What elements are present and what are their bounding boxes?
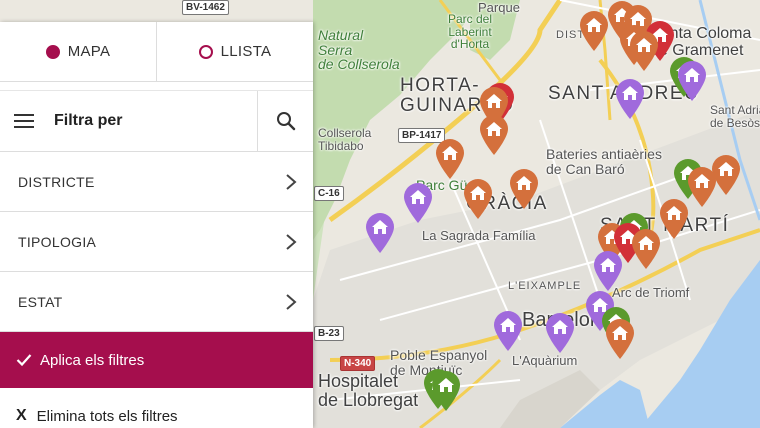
map-label-parc-laberint: Parc del Laberint d'Horta — [448, 12, 493, 52]
home-marker-icon — [630, 31, 658, 71]
home-marker-icon — [494, 311, 522, 351]
map-pin-purple[interactable] — [492, 310, 524, 352]
chevron-right-icon — [286, 293, 297, 310]
filter-row-tipologia[interactable]: TIPOLOGIA — [0, 212, 313, 272]
home-marker-icon — [594, 251, 622, 291]
filter-row-label: TIPOLOGIA — [18, 233, 97, 250]
tab-llista[interactable]: LLISTA — [156, 22, 313, 81]
map-label-tibidabo: Collserola Tibidabo — [318, 126, 372, 153]
checkmark-icon — [16, 354, 32, 367]
map-pin-purple[interactable] — [364, 212, 396, 254]
home-marker-icon — [404, 183, 432, 223]
map-pin-purple[interactable] — [592, 250, 624, 292]
map-pin-orange[interactable] — [508, 168, 540, 210]
clear-filters-button[interactable]: X Elimina tots els filtres — [0, 388, 313, 428]
home-marker-icon — [712, 155, 740, 195]
chevron-right-icon — [286, 173, 297, 190]
map-pin-orange[interactable] — [630, 228, 662, 270]
map-pin-orange[interactable] — [462, 178, 494, 220]
filter-header: Filtra per — [0, 90, 313, 152]
home-marker-icon — [464, 179, 492, 219]
map-label-eixample: L'EIXAMPLE — [508, 280, 582, 292]
home-marker-icon — [366, 213, 394, 253]
map-label-sant-adria: Sant Adrià de Besòs — [710, 103, 760, 130]
apply-filters-label: Aplica els filtres — [40, 351, 145, 369]
road-shield-bv1462: BV-1462 — [182, 0, 229, 15]
filter-row-label: ESTAT — [18, 293, 63, 310]
map-label-hospitalet: Hospitalet de Llobregat — [318, 371, 419, 410]
chevron-right-icon — [286, 233, 297, 250]
tab-mapa[interactable]: MAPA — [0, 22, 156, 81]
home-marker-icon — [660, 199, 688, 239]
tab-mapa-label: MAPA — [67, 43, 111, 60]
filter-row-districte[interactable]: DISTRICTE — [0, 152, 313, 212]
road-shield-n340: N-340 — [340, 356, 376, 371]
map-pin-purple[interactable] — [614, 78, 646, 120]
clear-filters-label: Elimina tots els filtres — [36, 407, 178, 425]
map-pin-green[interactable] — [430, 370, 462, 412]
map-label-collserola: Natural Serra de Collserola — [318, 27, 400, 73]
filter-title: Filtra per — [54, 112, 123, 129]
radio-dot-empty-icon — [198, 44, 213, 59]
filter-row-label: DISTRICTE — [18, 173, 95, 190]
home-marker-icon — [546, 313, 574, 353]
filter-panel: MAPA LLISTA Filtra per DISTRICTE TIPOLOG… — [0, 22, 313, 428]
map-pin-orange[interactable] — [628, 30, 660, 72]
map-pin-orange[interactable] — [478, 114, 510, 156]
close-icon: X — [16, 407, 27, 424]
map-pin-purple[interactable] — [544, 312, 576, 354]
map-pin-purple[interactable] — [676, 60, 708, 102]
map-pin-orange[interactable] — [434, 138, 466, 180]
map-label-aquarium: L'Aquàrium — [512, 353, 578, 368]
search-icon — [276, 112, 295, 131]
road-shield-b23: B-23 — [314, 326, 344, 341]
home-marker-icon — [616, 79, 644, 119]
map-pin-orange[interactable] — [710, 154, 742, 196]
home-marker-icon — [480, 115, 508, 155]
tab-llista-label: LLISTA — [220, 43, 272, 60]
apply-filters-button[interactable]: Aplica els filtres — [0, 332, 313, 388]
home-marker-icon — [632, 229, 660, 269]
map-label-sagrada-familia: La Sagrada Família — [422, 228, 536, 243]
search-button[interactable] — [257, 91, 313, 151]
home-marker-icon — [678, 61, 706, 101]
map-pin-orange[interactable] — [658, 198, 690, 240]
map-label-bateries: Bateries antiaèries de Can Baró — [546, 146, 662, 177]
home-marker-icon — [510, 169, 538, 209]
radio-dot-filled-icon — [45, 44, 60, 59]
home-marker-icon — [436, 139, 464, 179]
home-marker-icon — [606, 319, 634, 359]
map-pin-orange[interactable] — [604, 318, 636, 360]
home-marker-icon — [432, 371, 460, 411]
hamburger-menu-icon[interactable] — [14, 114, 34, 128]
view-tabs: MAPA LLISTA — [0, 22, 313, 82]
map-pin-purple[interactable] — [402, 182, 434, 224]
filter-row-estat[interactable]: ESTAT — [0, 272, 313, 332]
road-shield-c16: C-16 — [314, 186, 344, 201]
